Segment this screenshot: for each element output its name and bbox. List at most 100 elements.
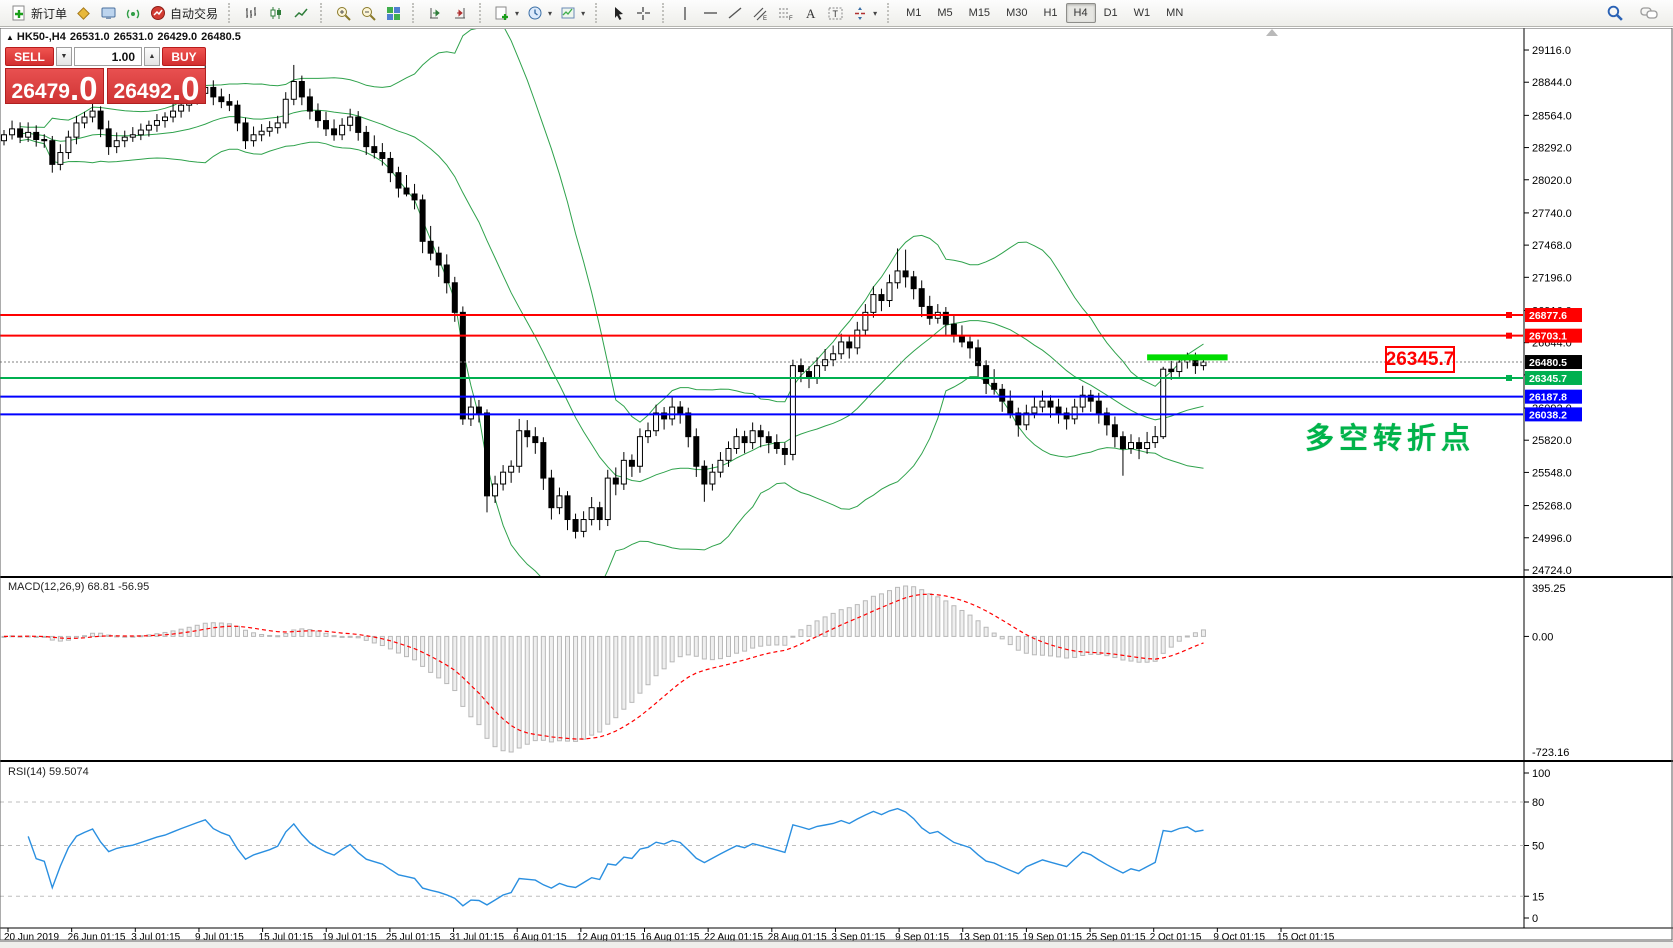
zoom-in-button[interactable] xyxy=(331,2,356,24)
chart-shift-icon xyxy=(452,5,469,22)
candle-chart-button[interactable] xyxy=(264,2,289,24)
open-value: 26531.0 xyxy=(69,31,110,43)
macd-indicator-label: MACD(12,26,9) 68.81 -56.95 xyxy=(8,581,150,593)
timeframe-button-h4[interactable]: H4 xyxy=(1065,3,1096,23)
timeframe-button-m5[interactable]: M5 xyxy=(929,3,960,23)
timeframe-button-w1[interactable]: W1 xyxy=(1126,3,1159,23)
auto-scroll-button[interactable] xyxy=(423,2,448,24)
market-watch-button[interactable] xyxy=(71,2,96,24)
svg-text:28564.0: 28564.0 xyxy=(1532,110,1572,122)
crosshair-button[interactable] xyxy=(631,2,656,24)
hline-handle[interactable] xyxy=(1506,374,1512,381)
svg-text:26480.5: 26480.5 xyxy=(1529,357,1567,369)
bottom-status-strip xyxy=(0,941,1673,948)
trendline-button[interactable] xyxy=(723,2,748,24)
hline-handle[interactable] xyxy=(1506,332,1512,339)
toolbar-separator xyxy=(228,3,233,23)
fibonacci-button[interactable]: F xyxy=(773,2,798,24)
channel-icon: E xyxy=(752,5,769,22)
svg-text:24996.0: 24996.0 xyxy=(1532,533,1572,545)
price-annotation-box[interactable]: 26345.7 xyxy=(1385,346,1455,373)
terminal-button[interactable] xyxy=(96,2,121,24)
price-main-digits: 26479 xyxy=(11,80,70,103)
volume-input[interactable]: 1.00 xyxy=(74,47,142,66)
text-button[interactable]: A xyxy=(798,2,823,24)
dropdown-caret-icon[interactable]: ▾ xyxy=(515,9,519,18)
volume-increase-button[interactable]: ▲ xyxy=(144,47,160,66)
fibonacci-icon: F xyxy=(777,5,794,22)
timeframe-button-m15[interactable]: M15 xyxy=(961,3,998,23)
turning-point-annotation[interactable]: 多空转折点 xyxy=(1305,415,1475,457)
new-chart-button[interactable]: ▾ xyxy=(490,2,523,24)
line-chart-button[interactable] xyxy=(289,2,314,24)
buy-button[interactable]: BUY xyxy=(162,47,206,66)
arrows-button[interactable]: ▾ xyxy=(848,2,881,24)
buy-price-display[interactable]: 26492.0 xyxy=(107,68,206,105)
trendline-icon xyxy=(727,5,744,22)
signal-button[interactable] xyxy=(121,2,146,24)
bar-chart-icon xyxy=(243,5,260,22)
text-label-button[interactable]: T xyxy=(823,2,848,24)
zoom-out-button[interactable] xyxy=(356,2,381,24)
svg-text:24724.0: 24724.0 xyxy=(1532,565,1572,577)
dropdown-caret-icon[interactable]: ▾ xyxy=(873,9,877,18)
market-watch-icon xyxy=(75,5,92,22)
chart-window[interactable]: 29116.0 28844.0 28564.0 28292.0 28020.0 27740… xyxy=(0,28,1673,948)
svg-text:28020.0: 28020.0 xyxy=(1532,175,1572,187)
cursor-button[interactable] xyxy=(606,2,631,24)
svg-text:26187.8: 26187.8 xyxy=(1529,392,1567,404)
chart-canvas[interactable]: 29116.0 28844.0 28564.0 28292.0 28020.0 27740… xyxy=(0,28,1673,948)
hline-handle[interactable] xyxy=(1506,312,1512,319)
chart-shift-button[interactable] xyxy=(448,2,473,24)
vertical-line-button[interactable] xyxy=(673,2,698,24)
volume-decrease-button[interactable]: ▼ xyxy=(56,47,72,66)
sell-price-display[interactable]: 26479.0 xyxy=(5,68,104,105)
timeframe-group: M1 M5 M15 M30 H1 H4 D1 W1 MN xyxy=(895,1,1194,25)
svg-text:28844.0: 28844.0 xyxy=(1532,77,1572,89)
dropdown-caret-icon[interactable]: ▾ xyxy=(581,9,585,18)
text-label-icon: T xyxy=(827,5,844,22)
svg-text:26345.7: 26345.7 xyxy=(1529,373,1567,385)
crosshair-icon xyxy=(635,5,652,22)
svg-text:26877.6: 26877.6 xyxy=(1529,310,1567,322)
timeframe-button-d1[interactable]: D1 xyxy=(1096,3,1126,23)
svg-text:26038.2: 26038.2 xyxy=(1529,409,1567,421)
collapse-panel-icon[interactable]: ▲ xyxy=(6,33,14,42)
toolbar-right-icons xyxy=(1602,2,1669,24)
chat-button[interactable] xyxy=(1636,2,1663,24)
bar-chart-button[interactable] xyxy=(239,2,264,24)
timeframe-button-h1[interactable]: H1 xyxy=(1035,3,1065,23)
template-button[interactable]: ▾ xyxy=(556,2,589,24)
svg-text:-723.16: -723.16 xyxy=(1532,747,1569,759)
high-value: 26531.0 xyxy=(113,31,154,43)
timeframe-button-m30[interactable]: M30 xyxy=(998,3,1035,23)
autotrade-button[interactable]: 自动交易 xyxy=(146,2,222,24)
dropdown-caret-icon[interactable]: ▾ xyxy=(548,9,552,18)
svg-text:25268.0: 25268.0 xyxy=(1532,501,1572,513)
horizontal-line-button[interactable] xyxy=(698,2,723,24)
toolbar-group: ▾ ▾ ▾ xyxy=(487,1,592,25)
tile-windows-button[interactable] xyxy=(381,2,406,24)
chat-icon xyxy=(1640,5,1659,22)
zoom-out-icon xyxy=(360,5,377,22)
svg-text:A: A xyxy=(806,6,816,21)
svg-text:27468.0: 27468.0 xyxy=(1532,240,1572,252)
channel-button[interactable]: E xyxy=(748,2,773,24)
toolbar-button-label: 新订单 xyxy=(31,6,68,21)
svg-text:25820.0: 25820.0 xyxy=(1532,435,1572,447)
period-clock-button[interactable]: ▾ xyxy=(523,2,556,24)
toolbar-separator xyxy=(412,3,417,23)
main-toolbar: 新订单 自动交易 ▾ ▾ ▾ E F A T ▾ M1 M5 M15 M30 H1 H4 D1 W1 MN xyxy=(0,0,1673,27)
sell-button[interactable]: SELL xyxy=(5,47,54,66)
timeframe-button-m1[interactable]: M1 xyxy=(898,3,929,23)
search-button[interactable] xyxy=(1602,2,1628,24)
toolbar-group xyxy=(236,1,317,25)
mt4-terminal-window: 新订单 自动交易 ▾ ▾ ▾ E F A T ▾ M1 M5 M15 M30 H1 H4 D1 W1 MN 2911… xyxy=(0,0,1673,948)
close-value: 26480.5 xyxy=(201,31,241,43)
timeframe-button-mn[interactable]: MN xyxy=(1158,3,1191,23)
new-order-button[interactable]: 新订单 xyxy=(7,2,71,24)
svg-text:T: T xyxy=(833,9,839,19)
svg-text:80: 80 xyxy=(1532,797,1544,809)
svg-text:0.00: 0.00 xyxy=(1532,631,1553,643)
svg-text:27740.0: 27740.0 xyxy=(1532,208,1572,220)
